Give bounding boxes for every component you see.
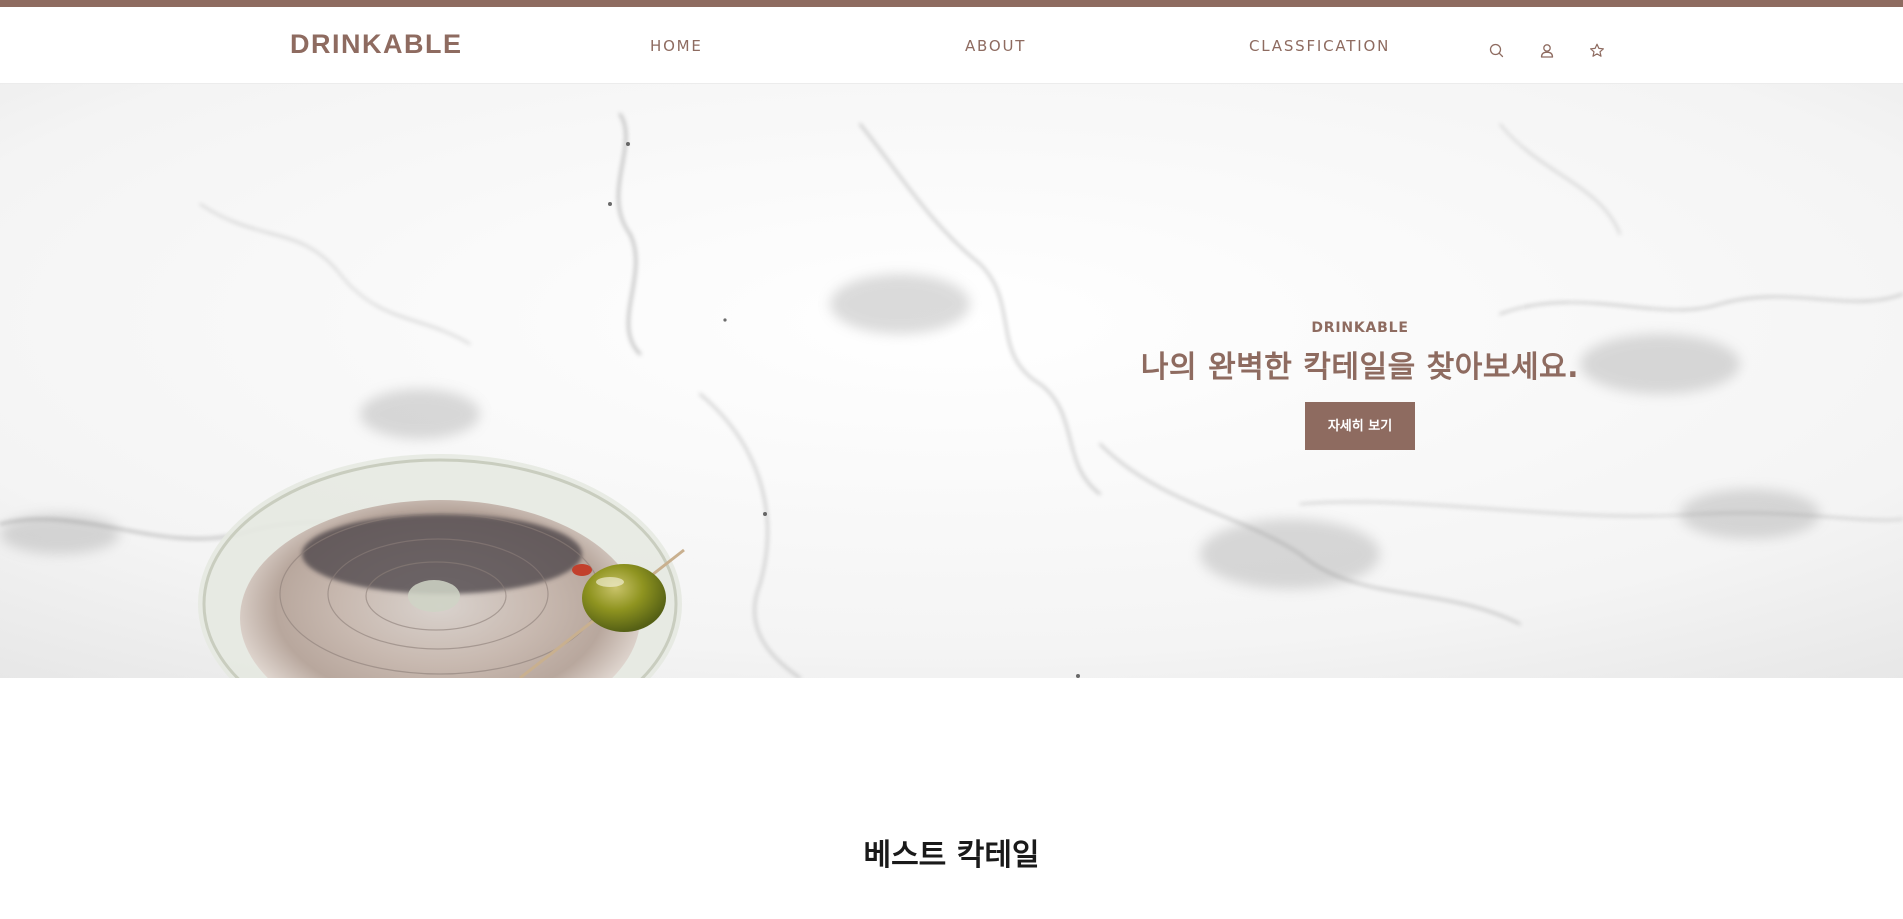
site-logo[interactable]: DRINKABLE bbox=[290, 29, 463, 60]
top-accent-bar bbox=[0, 0, 1903, 7]
nav-link-home[interactable]: HOME bbox=[650, 37, 703, 55]
hero-eyebrow: DRINKABLE bbox=[1311, 320, 1409, 336]
site-header: DRINKABLE HOME ABOUT CLASSFICATION bbox=[0, 7, 1903, 84]
hero-banner: DRINKABLE 나의 완벽한 칵테일을 찾아보세요. 자세히 보기 bbox=[0, 84, 1903, 678]
best-cocktails-title: 베스트 칵테일 bbox=[863, 837, 1040, 873]
learn-more-button[interactable]: 자세히 보기 bbox=[1305, 402, 1415, 450]
nav-link-about[interactable]: ABOUT bbox=[965, 37, 1026, 55]
user-icon[interactable] bbox=[1537, 41, 1557, 61]
hero-headline: 나의 완벽한 칵테일을 찾아보세요. bbox=[1140, 350, 1580, 385]
search-icon[interactable] bbox=[1487, 41, 1507, 61]
star-icon[interactable] bbox=[1587, 41, 1607, 61]
nav-link-classification[interactable]: CLASSFICATION bbox=[1249, 37, 1390, 55]
hero-content: DRINKABLE 나의 완벽한 칵테일을 찾아보세요. 자세히 보기 bbox=[1090, 320, 1630, 450]
